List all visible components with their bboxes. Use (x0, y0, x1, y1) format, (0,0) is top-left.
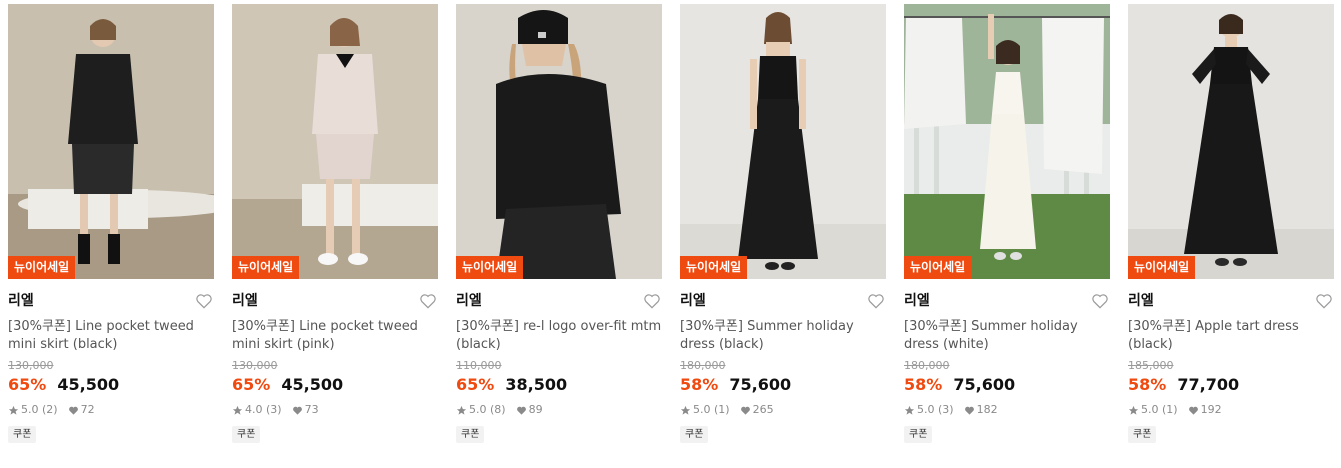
discount-rate: 65% (456, 375, 495, 394)
like-count: 265 (752, 403, 774, 416)
product-name[interactable]: [30%쿠폰] Line pocket tweed mini skirt (pi… (232, 318, 438, 354)
brand-name[interactable]: 리엘 (904, 291, 1110, 311)
original-price: 110,000 (456, 359, 502, 372)
heart-filled-icon (516, 406, 526, 415)
product-card[interactable]: 뉴이어세일 리엘 [30%쿠폰] Apple tart dress (black… (1128, 4, 1334, 443)
heart-filled-icon (68, 406, 78, 415)
discount-rate: 58% (680, 375, 719, 394)
heart-icon[interactable] (1314, 291, 1334, 311)
product-card[interactable]: 뉴이어세일 리엘 [30%쿠폰] Line pocket tweed mini … (8, 4, 214, 443)
heart-icon[interactable] (866, 291, 886, 311)
product-name[interactable]: [30%쿠폰] Summer holiday dress (black) (680, 318, 886, 354)
coupon-tag: 쿠폰 (680, 426, 709, 443)
product-image[interactable]: 뉴이어세일 (680, 4, 886, 279)
star-icon (232, 405, 243, 415)
star-icon (456, 405, 467, 415)
discount-rate: 58% (904, 375, 943, 394)
heart-filled-icon (1188, 406, 1198, 415)
original-price: 180,000 (904, 359, 950, 372)
heart-icon[interactable] (642, 291, 662, 311)
original-price: 185,000 (1128, 359, 1174, 372)
coupon-tag: 쿠폰 (1128, 426, 1157, 443)
heart-icon[interactable] (418, 291, 438, 311)
brand-name[interactable]: 리엘 (680, 291, 886, 311)
star-icon (904, 405, 915, 415)
discount-rate: 58% (1128, 375, 1167, 394)
product-photo (680, 4, 886, 279)
product-grid: 뉴이어세일 리엘 [30%쿠폰] Line pocket tweed mini … (0, 0, 1341, 468)
discount-rate: 65% (8, 375, 47, 394)
rating: 4.0 (3) (245, 403, 282, 416)
heart-icon[interactable] (1090, 291, 1110, 311)
product-name[interactable]: [30%쿠폰] Line pocket tweed mini skirt (bl… (8, 318, 214, 354)
coupon-tag: 쿠폰 (904, 426, 933, 443)
original-price: 130,000 (8, 359, 54, 372)
like-count: 192 (1200, 403, 1222, 416)
sale-badge: 뉴이어세일 (680, 256, 748, 279)
like-count: 73 (304, 403, 319, 416)
sale-price: 45,500 (57, 375, 120, 394)
sale-badge: 뉴이어세일 (456, 256, 524, 279)
product-photo (456, 4, 662, 279)
star-icon (1128, 405, 1139, 415)
sale-badge: 뉴이어세일 (904, 256, 972, 279)
sale-price: 75,600 (953, 375, 1016, 394)
sale-price: 45,500 (281, 375, 344, 394)
sale-price: 75,600 (729, 375, 792, 394)
brand-name[interactable]: 리엘 (456, 291, 662, 311)
product-photo (1128, 4, 1334, 279)
heart-filled-icon (964, 406, 974, 415)
like-count: 72 (80, 403, 95, 416)
heart-filled-icon (740, 406, 750, 415)
brand-name[interactable]: 리엘 (1128, 291, 1334, 311)
like-count: 182 (976, 403, 998, 416)
product-card[interactable]: 뉴이어세일 리엘 [30%쿠폰] Summer holiday dress (b… (680, 4, 886, 443)
heart-icon[interactable] (194, 291, 214, 311)
coupon-tag: 쿠폰 (8, 426, 37, 443)
sale-price: 38,500 (505, 375, 568, 394)
rating: 5.0 (2) (21, 403, 58, 416)
sale-price: 77,700 (1177, 375, 1240, 394)
original-price: 130,000 (232, 359, 278, 372)
brand-name[interactable]: 리엘 (8, 291, 214, 311)
product-card[interactable]: 뉴이어세일 리엘 [30%쿠폰] Line pocket tweed mini … (232, 4, 438, 443)
product-name[interactable]: [30%쿠폰] re-l logo over-fit mtm (black) (456, 318, 662, 354)
product-photo (8, 4, 214, 279)
rating: 5.0 (1) (1141, 403, 1178, 416)
product-name[interactable]: [30%쿠폰] Apple tart dress (black) (1128, 318, 1334, 354)
product-name[interactable]: [30%쿠폰] Summer holiday dress (white) (904, 318, 1110, 354)
heart-filled-icon (292, 406, 302, 415)
rating: 5.0 (1) (693, 403, 730, 416)
coupon-tag: 쿠폰 (456, 426, 485, 443)
original-price: 180,000 (680, 359, 726, 372)
sale-badge: 뉴이어세일 (232, 256, 300, 279)
product-image[interactable]: 뉴이어세일 (1128, 4, 1334, 279)
sale-badge: 뉴이어세일 (1128, 256, 1196, 279)
brand-name[interactable]: 리엘 (232, 291, 438, 311)
product-image[interactable]: 뉴이어세일 (456, 4, 662, 279)
product-image[interactable]: 뉴이어세일 (904, 4, 1110, 279)
star-icon (8, 405, 19, 415)
star-icon (680, 405, 691, 415)
product-image[interactable]: 뉴이어세일 (232, 4, 438, 279)
sale-badge: 뉴이어세일 (8, 256, 76, 279)
like-count: 89 (528, 403, 543, 416)
product-photo (904, 4, 1110, 279)
product-photo (232, 4, 438, 279)
coupon-tag: 쿠폰 (232, 426, 261, 443)
product-card[interactable]: 뉴이어세일 리엘 [30%쿠폰] Summer holiday dress (w… (904, 4, 1110, 443)
product-image[interactable]: 뉴이어세일 (8, 4, 214, 279)
product-card[interactable]: 뉴이어세일 리엘 [30%쿠폰] re-l logo over-fit mtm … (456, 4, 662, 443)
discount-rate: 65% (232, 375, 271, 394)
rating: 5.0 (3) (917, 403, 954, 416)
rating: 5.0 (8) (469, 403, 506, 416)
